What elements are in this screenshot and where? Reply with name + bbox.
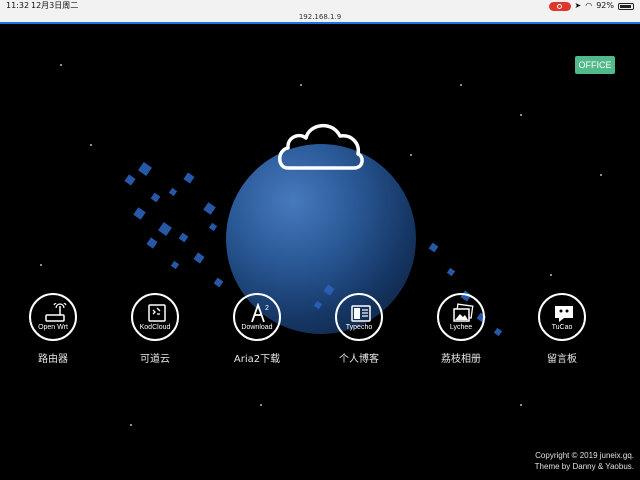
star	[260, 404, 262, 406]
star	[520, 114, 522, 116]
main-background	[0, 24, 640, 480]
app-tucao[interactable]: TuCao 留言板	[522, 293, 602, 365]
screen-record-icon[interactable]	[548, 1, 571, 11]
star	[90, 144, 92, 146]
app-caption[interactable]: 可道云	[115, 350, 195, 365]
rock	[168, 187, 178, 197]
app-kodcloud[interactable]: KodCloud 可道云	[115, 293, 195, 365]
app-caption[interactable]: 留言板	[522, 350, 602, 365]
app-icon-circle[interactable]: 2 Download	[233, 293, 281, 341]
star	[60, 64, 62, 66]
app-caption[interactable]: 荔枝相册	[421, 350, 501, 365]
star	[130, 424, 132, 426]
rock	[170, 260, 180, 270]
status-date: 12月3日周二	[31, 1, 79, 10]
rock	[213, 277, 224, 288]
rock	[446, 267, 456, 277]
download-icon: 2	[251, 303, 269, 323]
app-icon-label: Lychee	[449, 324, 473, 331]
star	[550, 274, 552, 276]
app-caption[interactable]: Aria2下载	[217, 350, 297, 365]
rock	[193, 252, 205, 264]
office-button[interactable]: OFFICE	[575, 56, 615, 74]
app-caption[interactable]: 路由器	[13, 350, 93, 365]
battery-icon	[618, 2, 634, 10]
rock	[158, 222, 172, 236]
tucao-icon	[555, 306, 573, 322]
star	[460, 84, 462, 86]
rock	[428, 242, 439, 253]
url-bar[interactable]: 192.168.1.9	[0, 12, 640, 24]
app-icon-label: Download	[241, 324, 273, 331]
app-icon-label: Typecho	[345, 324, 373, 331]
rock	[138, 162, 152, 176]
app-icon-label: Open Wrt	[38, 324, 68, 331]
star	[520, 404, 522, 406]
copyright-line: Copyright © 2019 juneix.gq.	[535, 451, 634, 460]
rock	[178, 232, 189, 243]
theme-credit-line: Theme by Danny & Yaobus.	[534, 462, 634, 471]
router-icon	[45, 303, 67, 322]
app-icon-label: KodCloud	[139, 324, 171, 331]
rock	[203, 202, 216, 215]
app-openwrt[interactable]: Open Wrt 路由器	[13, 293, 93, 365]
app-icon-circle[interactable]: Lychee	[437, 293, 485, 341]
battery-percent: 92%	[596, 1, 614, 10]
rock	[150, 192, 161, 203]
app-lychee[interactable]: Lychee 荔枝相册	[421, 293, 501, 365]
kodcloud-icon	[148, 304, 166, 322]
status-right: ➤ ◠ 92%	[548, 0, 634, 12]
rock	[208, 222, 218, 232]
rock	[146, 237, 158, 249]
star	[410, 154, 412, 156]
star	[40, 264, 42, 266]
star	[300, 84, 302, 86]
lychee-icon	[453, 303, 474, 322]
app-icon-circle[interactable]: Typecho	[335, 293, 383, 341]
rock	[183, 172, 195, 184]
typecho-icon	[351, 305, 371, 322]
app-icon-label: TuCao	[551, 324, 573, 331]
wifi-icon: ◠	[585, 1, 593, 10]
app-icon-circle[interactable]: TuCao	[538, 293, 586, 341]
rock	[133, 207, 146, 220]
status-bar: 11:32 12月3日周二 ➤ ◠ 92%	[0, 0, 640, 12]
app-aria2[interactable]: 2 Download Aria2下载	[217, 293, 297, 365]
status-time: 11:32	[6, 1, 30, 10]
cloud-logo-icon	[278, 124, 364, 170]
app-icon-circle[interactable]: KodCloud	[131, 293, 179, 341]
rock	[124, 174, 136, 186]
app-typecho[interactable]: Typecho 个人博客	[319, 293, 399, 365]
star	[600, 174, 602, 176]
svg-text:2: 2	[265, 305, 269, 312]
app-icon-circle[interactable]: Open Wrt	[29, 293, 77, 341]
copyright-footer: Copyright © 2019 juneix.gq. Theme by Dan…	[535, 450, 634, 472]
location-icon: ➤	[574, 1, 582, 10]
app-caption[interactable]: 个人博客	[319, 350, 399, 365]
